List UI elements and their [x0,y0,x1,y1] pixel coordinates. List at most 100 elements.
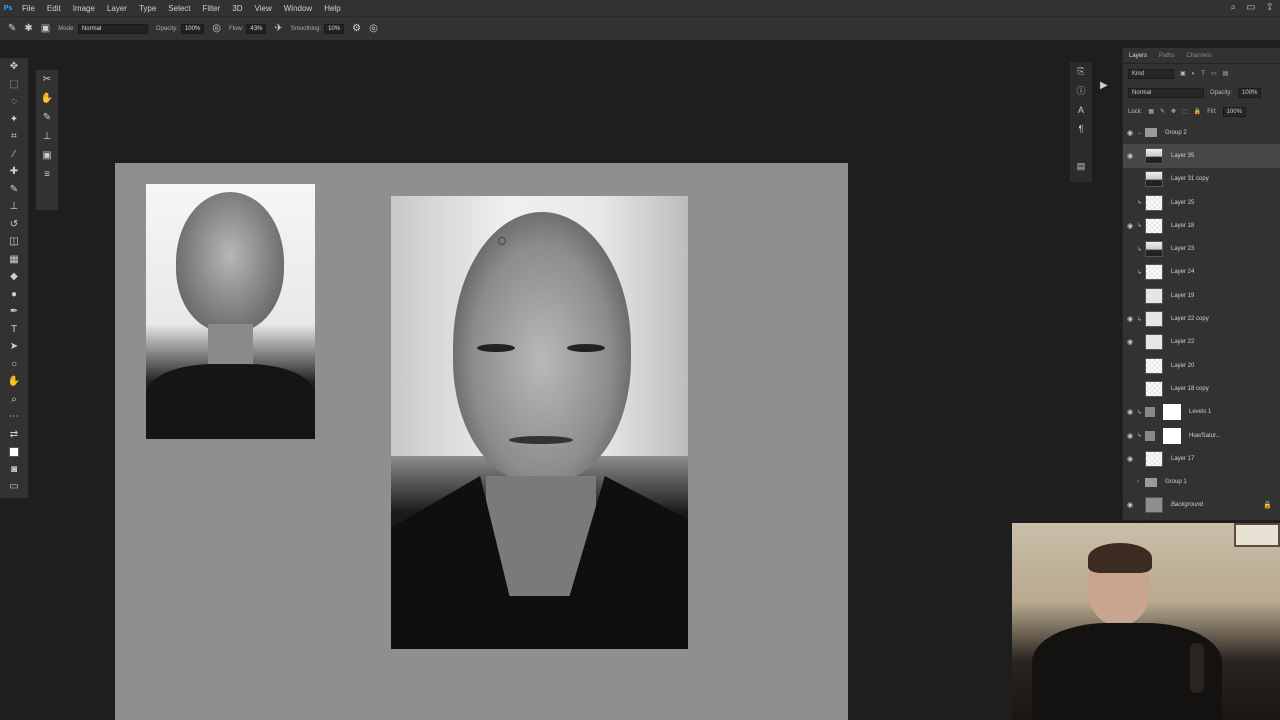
filter-shape-icon[interactable]: ▭ [1211,70,1217,77]
sample-icon[interactable]: ▣ [36,146,58,165]
history-panel-icon[interactable]: ⎘ [1070,62,1092,81]
kind-filter[interactable]: Kind [1128,68,1174,79]
blur-tool-icon[interactable]: ◆ [0,268,28,286]
airbrush-icon[interactable]: ✈ [274,23,282,34]
layer-row[interactable]: ◉ ↳ Layer 18 [1123,214,1280,237]
eye-icon[interactable]: ◉ [1123,455,1137,463]
quick-mask-icon[interactable]: ◙ [0,461,28,479]
info-icon[interactable]: ⓘ [1070,81,1092,100]
menu-layer[interactable]: Layer [101,4,133,13]
photoshop-logo-icon[interactable]: Ps [0,0,16,16]
brush-settings-icon[interactable]: ▣ [41,23,50,34]
lock-pixels-icon[interactable]: ▦ [1148,108,1154,115]
smoothing-field[interactable]: 10% [324,23,345,34]
brush-icon[interactable]: ✎ [36,108,58,127]
menu-filter[interactable]: Filter [197,4,227,13]
marquee-tool-icon[interactable]: ⬚ [0,76,28,94]
menu-type[interactable]: Type [133,4,162,13]
layer-row[interactable]: ◉ ↳ Hue/Satur... [1123,424,1280,447]
layer-row[interactable]: Layer 19 [1123,284,1280,307]
pressure-size-icon[interactable]: ◎ [369,23,378,34]
lock-all-icon[interactable]: 🔒 [1194,108,1201,115]
tab-channels[interactable]: Channels [1186,53,1211,59]
character-icon[interactable]: A [1070,100,1092,119]
layer-row[interactable]: ◉ Layer 35 [1123,144,1280,168]
layer-row[interactable]: ◉ Layer 22 [1123,331,1280,354]
menu-image[interactable]: Image [67,4,101,13]
disclosure-icon[interactable]: › [1137,479,1145,485]
menu-select[interactable]: Select [162,4,196,13]
shape-tool-icon[interactable]: ○ [0,356,28,374]
lasso-tool-icon[interactable]: ◌ [0,93,28,111]
layer-opacity-field[interactable]: 100% [1238,87,1262,98]
brush-tool-icon[interactable]: ✎ [0,181,28,199]
play-action-icon[interactable]: ▶ [1100,80,1108,91]
lock-paint-icon[interactable]: ✎ [1160,108,1165,115]
move-tool-icon[interactable]: ✥ [0,58,28,76]
layer-row[interactable]: ◉ Layer 17 [1123,447,1280,470]
path-select-tool-icon[interactable]: ➤ [0,338,28,356]
menu-edit[interactable]: Edit [41,4,67,13]
hand-tool-icon[interactable]: ✋ [0,373,28,391]
eye-icon[interactable]: ◉ [1123,432,1137,440]
filter-smart-icon[interactable]: ▤ [1223,70,1229,77]
layer-row[interactable]: › Group 1 [1123,470,1280,493]
eyedropper-tool-icon[interactable]: ⁄ [0,146,28,164]
eye-icon[interactable]: ◉ [1123,129,1137,137]
menu-help[interactable]: Help [318,4,346,13]
dodge-tool-icon[interactable]: ● [0,286,28,304]
fill-field[interactable]: 100% [1222,106,1246,117]
workspace-icon[interactable]: ▭ [1246,2,1255,13]
brush-tool-icon[interactable]: ✎ [8,23,16,34]
brush-presets-icon[interactable]: ≡ [36,165,58,184]
filter-type-icon[interactable]: T [1201,71,1205,77]
color-swatches[interactable] [0,443,28,461]
eye-icon[interactable]: ◉ [1123,152,1137,160]
mode-select[interactable]: Normal [77,23,148,34]
stamp-tool-icon[interactable]: ⊥ [0,198,28,216]
brush-preset-icon[interactable]: ✱ [24,23,32,34]
swap-colors-icon[interactable]: ⇄ [0,426,28,444]
menu-3d[interactable]: 3D [226,4,248,13]
quick-select-tool-icon[interactable]: ✦ [0,111,28,129]
eye-icon[interactable]: ◉ [1123,501,1137,509]
zoom-tool-icon[interactable]: ⌕ [0,391,28,409]
blend-mode-select[interactable]: Normal [1128,87,1204,98]
eye-icon[interactable]: ◉ [1123,315,1137,323]
menu-view[interactable]: View [249,4,278,13]
gradient-tool-icon[interactable]: ▦ [0,251,28,269]
smudge-icon[interactable]: ✋ [36,89,58,108]
eraser-tool-icon[interactable]: ◫ [0,233,28,251]
flow-field[interactable]: 43% [246,23,267,34]
layer-row[interactable]: ↳ Layer 23 [1123,237,1280,260]
libraries-icon[interactable]: ▤ [1070,157,1092,176]
more-tools-icon[interactable]: ⋯ [0,408,28,426]
history-brush-icon[interactable]: ↺ [0,216,28,234]
screen-mode-icon[interactable]: ▭ [0,478,28,496]
filter-pixel-icon[interactable]: ▣ [1180,70,1186,77]
share-icon[interactable]: ⇪ [1266,2,1274,13]
search-icon[interactable]: ⌕ [1231,2,1237,13]
pen-tool-icon[interactable]: ✒ [0,303,28,321]
layer-row[interactable]: ◉ ↳ Levels 1 [1123,401,1280,424]
healing-tool-icon[interactable]: ✚ [0,163,28,181]
layer-row[interactable]: ↳ Layer 24 [1123,261,1280,284]
layer-row[interactable]: ↳ Layer 25 [1123,191,1280,214]
crop-tool-icon[interactable]: ⌗ [0,128,28,146]
filter-adjust-icon[interactable]: ◐ [1192,71,1196,77]
paragraph-icon[interactable]: ¶ [1070,119,1092,138]
tab-paths[interactable]: Paths [1159,53,1174,59]
gear-icon[interactable]: ⚙ [352,23,361,34]
disclosure-icon[interactable]: ⌄ [1137,129,1145,136]
menu-file[interactable]: File [16,4,41,13]
eye-icon[interactable]: ◉ [1123,408,1137,416]
stamp-icon[interactable]: ⊥ [36,127,58,146]
opacity-field[interactable]: 100% [180,23,205,34]
layer-row[interactable]: Layer 31 copy [1123,168,1280,191]
tab-layers[interactable]: Layers [1129,53,1147,59]
type-tool-icon[interactable]: T [0,321,28,339]
eye-icon[interactable]: ◉ [1123,338,1137,346]
eye-icon[interactable]: ◉ [1123,222,1137,230]
layer-row[interactable]: ◉ ⌄ Group 2 [1123,121,1280,144]
layer-row[interactable]: Layer 20 [1123,354,1280,377]
